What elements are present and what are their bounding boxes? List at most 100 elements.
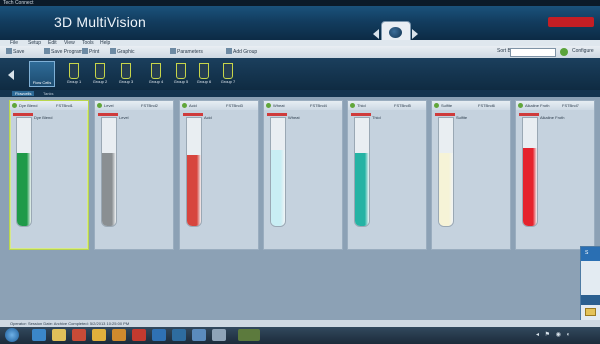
group-item[interactable]: Group 7 xyxy=(220,63,236,85)
card-code: FSTBnd6 xyxy=(478,103,495,108)
card-name: Dye Blend xyxy=(19,103,38,108)
hub-prev-arrow-icon[interactable] xyxy=(373,29,379,39)
system-tray[interactable]: ◂ ⚑ ◉ ◐ xyxy=(536,331,572,338)
save-icon xyxy=(6,48,12,54)
group-selected[interactable]: Flow Cells xyxy=(29,61,55,87)
tank-icon xyxy=(121,63,131,79)
app-window-icon[interactable] xyxy=(192,329,206,341)
tank-icon xyxy=(176,63,186,79)
card-name: Acid xyxy=(189,103,197,108)
group-item[interactable]: Group 1 xyxy=(66,63,82,85)
tube-cap xyxy=(519,113,539,116)
save-button[interactable]: Save xyxy=(6,48,24,56)
status-dot-icon xyxy=(97,103,102,108)
card-header: Thiol FSTBnd5 xyxy=(348,101,426,110)
tube-gauge xyxy=(522,117,538,227)
brand-logo xyxy=(548,17,594,27)
start-button-icon[interactable] xyxy=(5,328,19,342)
card-subtitle: Alkaline Froth xyxy=(540,115,565,120)
graphic-icon xyxy=(110,48,116,54)
tank-icon xyxy=(199,63,209,79)
tube-gauge xyxy=(438,117,454,227)
tube-fill xyxy=(17,152,31,226)
status-text: Operator: Session Date: Archive Complete… xyxy=(10,321,130,326)
card-name: Alkaline Froth xyxy=(525,103,550,108)
explorer-icon[interactable] xyxy=(52,329,66,341)
flow-cell-card[interactable]: Alkaline Froth FSTBnd7 Alkaline Froth xyxy=(515,100,595,250)
tube-cap xyxy=(98,113,118,116)
media-icon[interactable] xyxy=(72,329,86,341)
flow-cell-card[interactable]: Sulfite FSTBnd6 Sulfite xyxy=(431,100,511,250)
flow-cell-card[interactable]: Wheat FSTBnd4 Wheat xyxy=(263,100,343,250)
popup-window[interactable]: S xyxy=(580,246,600,322)
card-code: FSTBnd4 xyxy=(310,103,327,108)
card-subtitle: Wheat xyxy=(288,115,300,120)
word-icon[interactable] xyxy=(172,329,186,341)
card-header: Sulfite FSTBnd6 xyxy=(432,101,510,110)
flow-cell-card[interactable]: Acid FSTBnd3 Acid xyxy=(179,100,259,250)
card-name: Wheat xyxy=(273,103,285,108)
chrome-icon[interactable] xyxy=(92,329,106,341)
tab-tanks[interactable]: Tanks xyxy=(40,91,56,96)
tube-fill xyxy=(187,154,201,226)
status-dot-icon xyxy=(350,103,355,108)
parameters-button[interactable]: Parameters xyxy=(170,48,203,56)
group-bar xyxy=(0,58,600,90)
card-header: Dye Blend FSTBnd1 xyxy=(10,101,88,110)
tube-fill xyxy=(355,152,369,226)
add-group-button[interactable]: Add Group xyxy=(226,48,257,56)
status-dot-icon xyxy=(182,103,187,108)
go-icon[interactable] xyxy=(560,48,568,56)
print-button[interactable]: Print xyxy=(82,48,99,56)
card-code: FSTBnd7 xyxy=(562,103,579,108)
card-subtitle: Thiol xyxy=(372,115,381,120)
os-title: Tech Connect xyxy=(3,0,34,6)
hub-next-arrow-icon[interactable] xyxy=(412,29,418,39)
tube-gauge xyxy=(101,117,117,227)
card-header: Alkaline Froth FSTBnd7 xyxy=(516,101,594,110)
tube-fill xyxy=(271,150,285,226)
group-selected-label: Flow Cells xyxy=(32,80,52,85)
card-header: Level FSTBnd2 xyxy=(95,101,173,110)
card-subtitle: Sulfite xyxy=(456,115,468,120)
save-program-button[interactable]: Save Program xyxy=(44,48,83,56)
add-icon xyxy=(226,48,232,54)
status-dot-icon xyxy=(266,103,271,108)
folder-taskbar-icon[interactable] xyxy=(112,329,126,341)
tube-gauge xyxy=(186,117,202,227)
group-item[interactable]: Group 6 xyxy=(196,63,212,85)
tube-cap xyxy=(183,113,203,116)
graphic-button[interactable]: Graphic xyxy=(110,48,135,56)
tank-icon xyxy=(95,63,105,79)
card-header: Wheat FSTBnd4 xyxy=(264,101,342,110)
group-item[interactable]: Group 3 xyxy=(118,63,134,85)
folder-icon[interactable] xyxy=(585,308,596,316)
tank-icon xyxy=(151,63,161,79)
sort-select[interactable] xyxy=(510,48,556,57)
tube-fill xyxy=(102,152,116,226)
status-dot-icon xyxy=(12,103,17,108)
app-blue-icon[interactable] xyxy=(152,329,166,341)
tube-gauge xyxy=(354,117,370,227)
tab-flowcells[interactable]: Flowcells xyxy=(12,91,35,96)
flow-cell-card[interactable]: Dye Blend FSTBnd1 Dye Blend xyxy=(9,100,89,250)
card-code: FSTBnd2 xyxy=(141,103,158,108)
card-name: Level xyxy=(104,103,114,108)
tube-gauge xyxy=(16,117,32,227)
status-dot-icon xyxy=(434,103,439,108)
multivision-taskbar-icon[interactable] xyxy=(238,329,260,341)
tube-cap xyxy=(13,113,33,116)
status-dot-icon xyxy=(518,103,523,108)
card-subtitle: Acid xyxy=(204,115,212,120)
card-header: Acid FSTBnd3 xyxy=(180,101,258,110)
group-item[interactable]: Group 4 xyxy=(148,63,164,85)
group-prev-arrow-icon[interactable] xyxy=(8,70,14,80)
flow-cell-card[interactable]: Level FSTBnd2 Level xyxy=(94,100,174,250)
configure-button[interactable]: Configure xyxy=(572,48,594,54)
ie-icon[interactable] xyxy=(32,329,46,341)
app-red-icon[interactable] xyxy=(132,329,146,341)
group-item[interactable]: Group 5 xyxy=(173,63,189,85)
flow-cell-card[interactable]: Thiol FSTBnd5 Thiol xyxy=(347,100,427,250)
group-item[interactable]: Group 2 xyxy=(92,63,108,85)
app-gray-icon[interactable] xyxy=(212,329,226,341)
